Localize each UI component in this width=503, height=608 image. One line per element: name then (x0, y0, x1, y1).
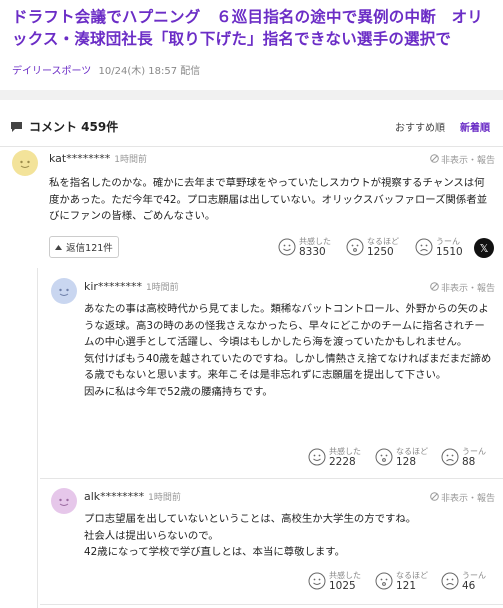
comment-username[interactable]: kir******** 1時間前 (84, 280, 179, 293)
comment-icon (10, 121, 23, 133)
smile-icon (308, 448, 326, 466)
light-icon (375, 448, 393, 466)
comments-title: コメント 459件 (10, 118, 118, 135)
empathy-count: 8330 (299, 246, 326, 258)
insight-button[interactable]: なるほど 1250 (346, 236, 399, 258)
hide-icon (430, 153, 439, 166)
hide-report-label: 非表示・報告 (441, 156, 496, 166)
sort-newest[interactable]: 新着順 (460, 119, 490, 134)
smile-icon (308, 572, 326, 590)
comment-body: プロ志望届を出していないということは、高校生か大学生の方ですね。 社会人は提出い… (84, 513, 417, 559)
comment-username[interactable]: kat******** 1時間前 (49, 152, 147, 165)
light-icon (346, 238, 364, 256)
empathy-button[interactable]: 共感した 2228 (308, 446, 361, 468)
comment-time: 1時間前 (145, 283, 179, 293)
hmm-count: 46 (462, 580, 476, 592)
thread-line (37, 268, 38, 608)
replies-button[interactable]: 返信121件 (49, 236, 119, 258)
hide-report-label: 非表示・報告 (441, 494, 496, 504)
hmm-button[interactable]: うーん 88 (441, 446, 486, 468)
hmm-count: 1510 (436, 246, 463, 258)
comment-body: あなたの事は高校時代から見てました。類稀なバットコントロール、外野からの矢のよう… (84, 303, 492, 398)
hmm-count: 88 (462, 456, 476, 468)
insight-button[interactable]: なるほど 128 (375, 446, 428, 468)
reply-divider (40, 604, 503, 605)
avatar (51, 488, 77, 514)
hide-report-label: 非表示・報告 (441, 284, 496, 294)
hmm-button[interactable]: うーん 46 (441, 570, 486, 592)
username[interactable]: alk******** (84, 490, 144, 503)
insight-button[interactable]: なるほど 121 (375, 570, 428, 592)
hide-icon (430, 281, 439, 294)
comments-count: コメント 459件 (29, 120, 119, 134)
smile-icon (278, 238, 296, 256)
insight-count: 128 (396, 456, 417, 468)
hide-icon (430, 491, 439, 504)
article-meta: デイリースポーツ 10/24(木) 18:57 配信 (12, 62, 200, 77)
replies-label: 返信121件 (66, 243, 113, 254)
insight-count: 121 (396, 580, 417, 592)
hide-report-link[interactable]: 非表示・報告 (430, 491, 495, 504)
insight-count: 1250 (367, 246, 394, 258)
comment-body: 私を指名したのかな。確かに去年まで草野球をやっていたしスカウトが視察するチャンス… (49, 177, 488, 223)
hide-report-link[interactable]: 非表示・報告 (430, 281, 495, 294)
avatar (51, 278, 77, 304)
article-title[interactable]: ドラフト会議でハプニング ６巡目指名の途中で異例の中断 オリックス・湊球団社長「… (12, 6, 496, 50)
article-date: 10/24(木) 18:57 配信 (98, 66, 201, 77)
article-source[interactable]: デイリースポーツ (12, 66, 91, 77)
empathy-button[interactable]: 共感した 1025 (308, 570, 361, 592)
comment-username[interactable]: alk******** 1時間前 (84, 490, 181, 503)
sort-recommended[interactable]: おすすめ順 (395, 119, 445, 134)
chevron-up-icon (55, 242, 63, 253)
frown-icon (441, 572, 459, 590)
hmm-button[interactable]: うーん 1510 (415, 236, 463, 258)
hide-report-link[interactable]: 非表示・報告 (430, 153, 495, 166)
empathy-button[interactable]: 共感した 8330 (278, 236, 331, 258)
section-separator (0, 90, 503, 100)
empathy-count: 1025 (329, 580, 356, 592)
x-logo-icon[interactable]: 𝕏 (474, 238, 494, 258)
reply-divider (40, 478, 503, 479)
frown-icon (415, 238, 433, 256)
comment-time: 1時間前 (148, 493, 181, 503)
comment-time: 1時間前 (114, 155, 147, 165)
avatar (12, 150, 38, 176)
username[interactable]: kat******** (49, 152, 110, 165)
light-icon (375, 572, 393, 590)
username[interactable]: kir******** (84, 280, 142, 293)
empathy-count: 2228 (329, 456, 356, 468)
frown-icon (441, 448, 459, 466)
comments-header: コメント 459件 おすすめ順 新着順 (0, 100, 503, 147)
